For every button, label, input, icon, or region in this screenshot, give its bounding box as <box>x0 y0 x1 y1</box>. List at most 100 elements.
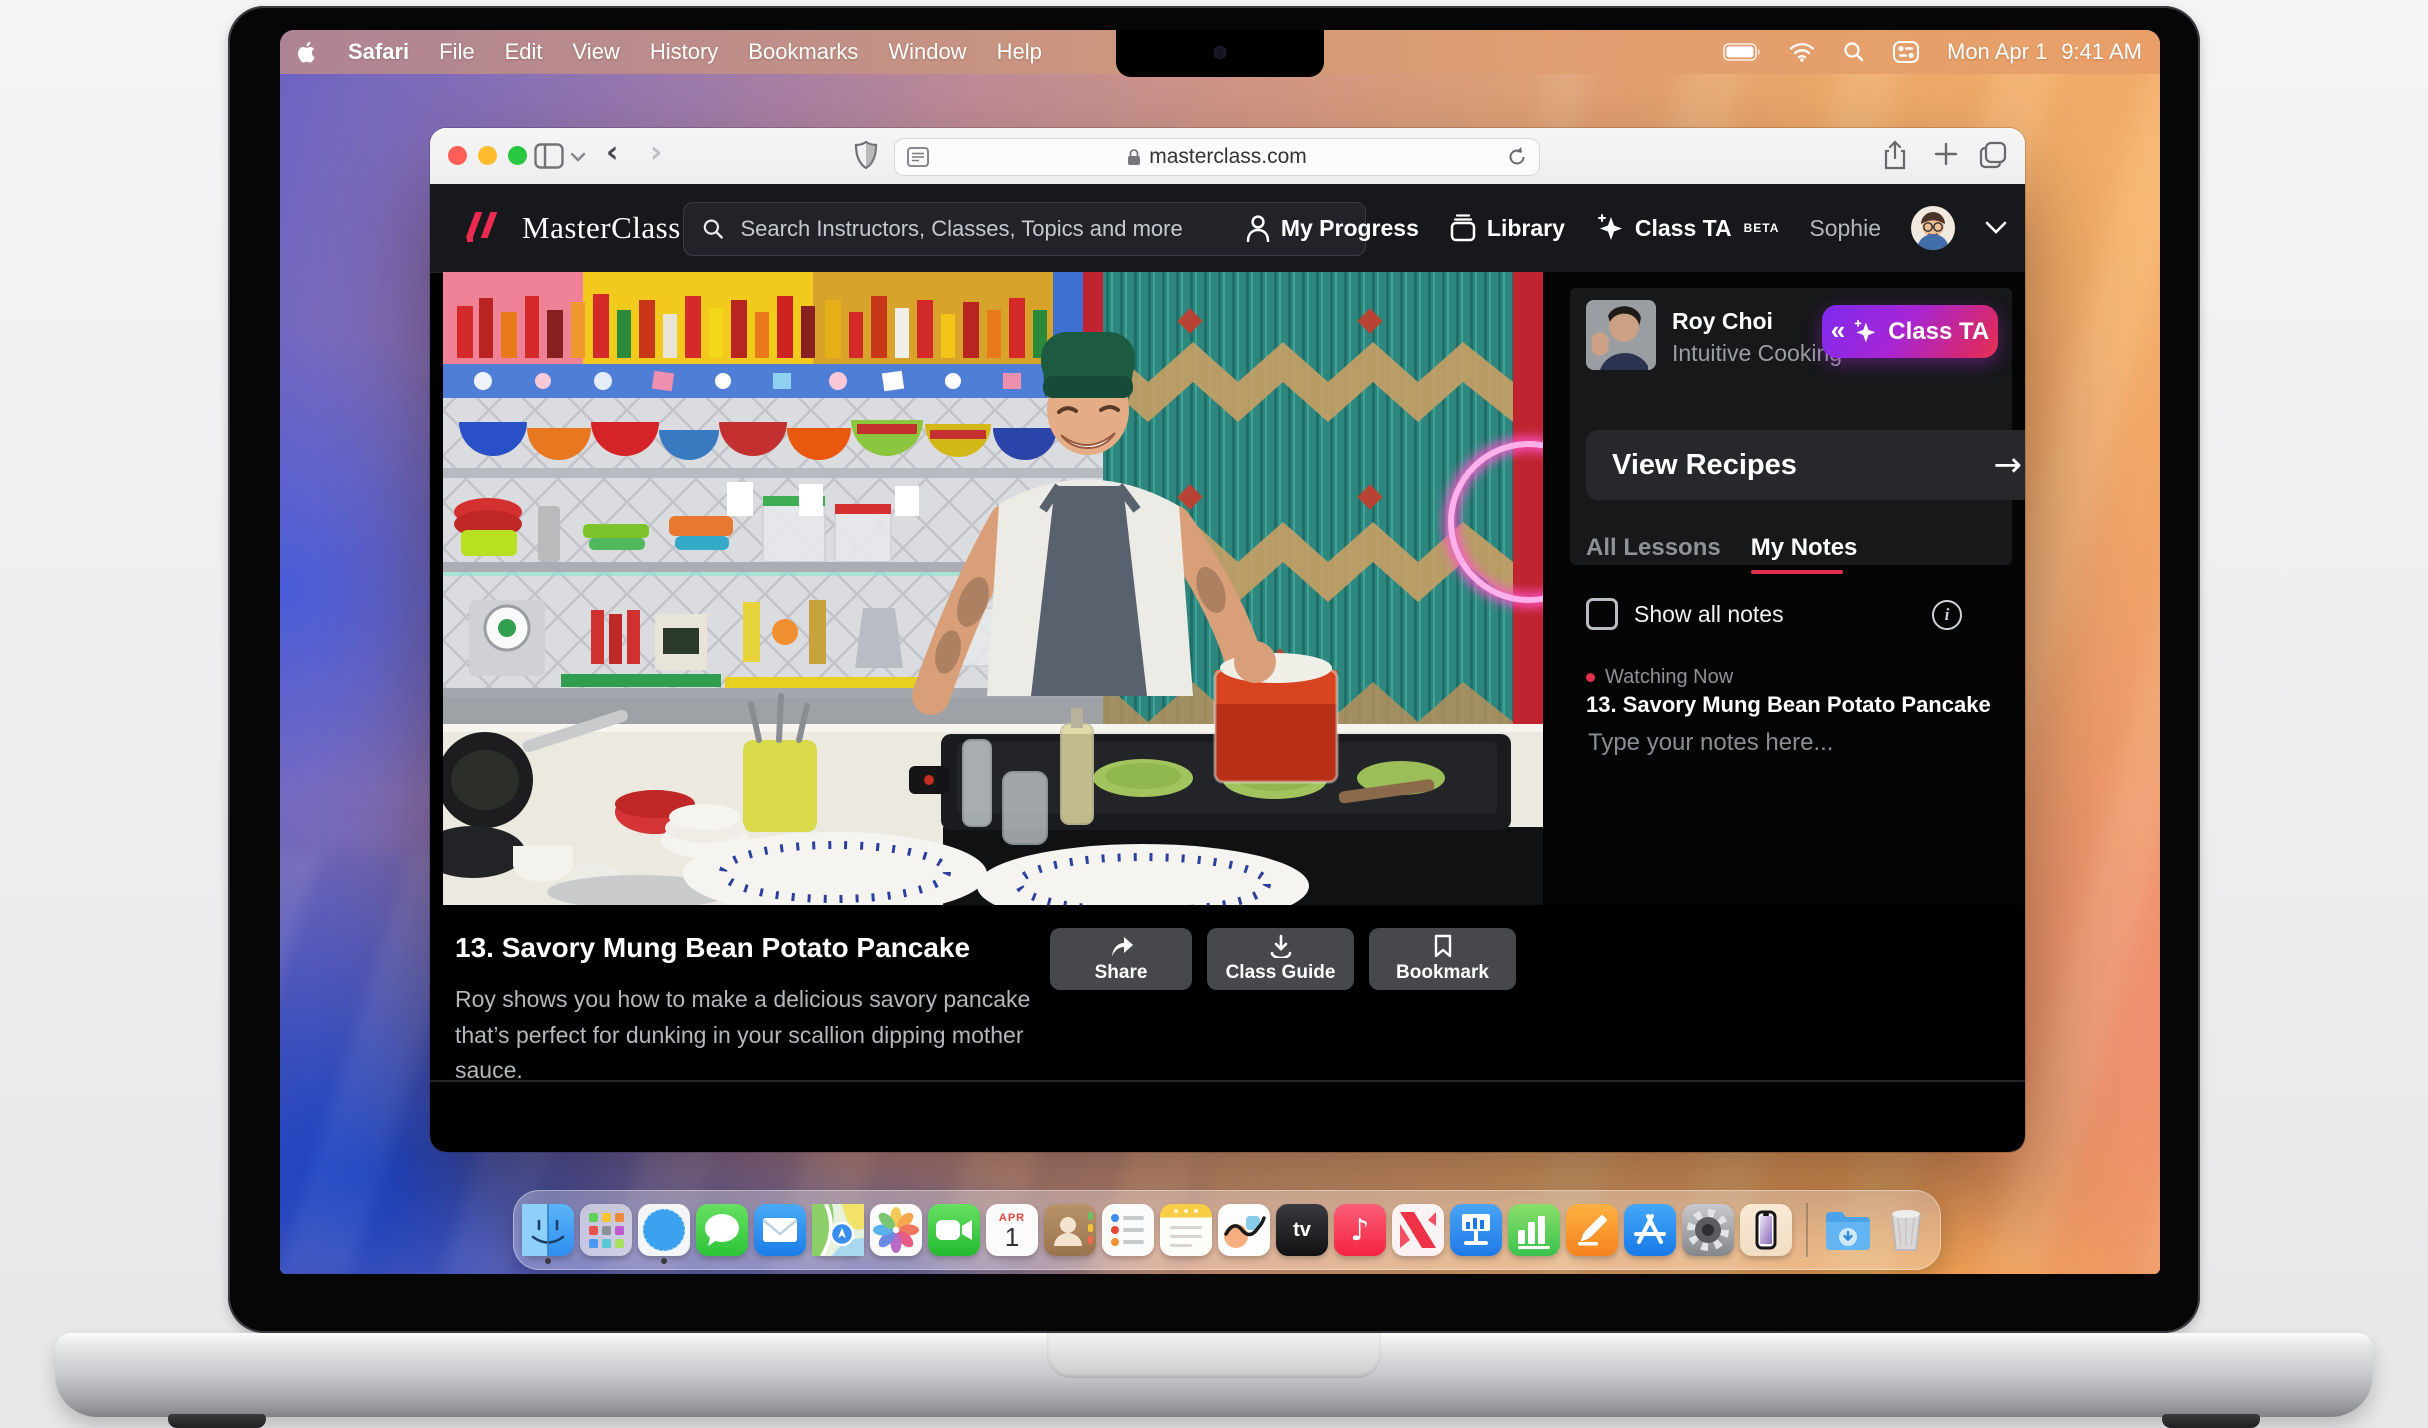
nav-class-ta[interactable]: Class TABETA <box>1595 213 1780 243</box>
instructor-name: Roy Choi <box>1672 308 1773 335</box>
dock-settings[interactable] <box>1682 1204 1734 1256</box>
dock: APR 1 tv ♪ <box>513 1190 1941 1270</box>
dock-launchpad[interactable] <box>580 1204 632 1256</box>
tab-all-lessons[interactable]: All Lessons <box>1586 534 1721 562</box>
menu-bar-date[interactable]: Mon Apr 1 <box>1947 39 2047 65</box>
lesson-title: 13. Savory Mung Bean Potato Pancake <box>455 932 970 964</box>
dock-numbers[interactable] <box>1508 1204 1560 1256</box>
dock-appstore[interactable] <box>1624 1204 1676 1256</box>
dock-divider <box>1806 1203 1808 1257</box>
menu-item-safari[interactable]: Safari <box>348 39 409 65</box>
dock-iphone-mirroring[interactable] <box>1740 1204 1792 1256</box>
show-all-notes-checkbox[interactable] <box>1586 598 1618 630</box>
apple-menu-icon[interactable] <box>298 40 318 64</box>
lesson-actions: Share Class Guide Bookmark <box>1050 928 1516 990</box>
dock-reminders[interactable] <box>1102 1204 1154 1256</box>
sparkle-icon <box>1595 213 1625 243</box>
lock-icon <box>1127 148 1141 166</box>
menu-item-history[interactable]: History <box>650 39 718 65</box>
macbook-base <box>55 1333 2373 1417</box>
masterclass-logo-icon <box>466 206 508 250</box>
view-recipes-label: View Recipes <box>1612 449 1797 482</box>
wifi-icon[interactable] <box>1789 42 1815 62</box>
forward-button[interactable]: › <box>650 139 662 167</box>
dock-photos[interactable] <box>870 1204 922 1256</box>
dock-calendar[interactable]: APR 1 <box>986 1204 1038 1256</box>
close-window-button[interactable] <box>448 146 467 165</box>
dock-appletv[interactable]: tv <box>1276 1204 1328 1256</box>
dock-messages[interactable] <box>696 1204 748 1256</box>
sidebar-toggle-icon[interactable] <box>534 143 564 174</box>
tab-overview-icon[interactable] <box>1978 140 2008 175</box>
beta-badge: BETA <box>1744 221 1780 235</box>
menu-item-edit[interactable]: Edit <box>505 39 543 65</box>
menu-item-view[interactable]: View <box>573 39 620 65</box>
dock-keynote[interactable] <box>1450 1204 1502 1256</box>
show-all-notes-row: Show all notes <box>1586 598 1784 630</box>
dock-safari[interactable] <box>638 1204 690 1256</box>
calendar-day: 1 <box>1005 1224 1019 1250</box>
menu-bar-time[interactable]: 9:41 AM <box>2061 39 2142 65</box>
dock-freeform[interactable] <box>1218 1204 1270 1256</box>
class-ta-sidebar: Roy Choi Intuitive Cooking View Recipes … <box>1544 272 2025 905</box>
class-ta-button[interactable]: « Class TA <box>1822 305 1998 358</box>
nav-library[interactable]: Library <box>1449 214 1565 242</box>
zoom-window-button[interactable] <box>508 146 527 165</box>
minimize-window-button[interactable] <box>478 146 497 165</box>
dock-notes[interactable] <box>1160 1204 1212 1256</box>
account-chevron-down-icon[interactable] <box>1985 221 2007 235</box>
tab-my-notes[interactable]: My Notes <box>1751 534 1858 562</box>
dock-finder[interactable] <box>522 1204 574 1256</box>
appletv-label: tv <box>1276 1204 1328 1256</box>
share-button[interactable]: Share <box>1050 928 1192 990</box>
class-guide-button[interactable]: Class Guide <box>1207 928 1354 990</box>
course-title: Intuitive Cooking <box>1672 340 1842 367</box>
dock-contacts[interactable] <box>1044 1204 1096 1256</box>
user-name[interactable]: Sophie <box>1809 215 1881 242</box>
dock-news[interactable] <box>1392 1204 1444 1256</box>
video-player[interactable] <box>443 272 1543 905</box>
collapse-chevrons-icon: « <box>1831 315 1842 346</box>
sidebar-chevron-down-icon[interactable] <box>570 150 586 168</box>
menu-item-window[interactable]: Window <box>888 39 966 65</box>
nav-my-progress[interactable]: My Progress <box>1245 214 1419 242</box>
notes-input[interactable] <box>1586 728 1990 758</box>
watching-now-dot <box>1586 673 1595 682</box>
spotlight-search-icon[interactable] <box>1843 41 1865 63</box>
menu-item-file[interactable]: File <box>439 39 474 65</box>
bookmark-button[interactable]: Bookmark <box>1369 928 1516 990</box>
reader-view-icon[interactable] <box>907 147 929 173</box>
privacy-shield-icon[interactable] <box>854 140 878 175</box>
user-avatar[interactable] <box>1911 206 1955 250</box>
dock-pages[interactable] <box>1566 1204 1618 1256</box>
menu-item-help[interactable]: Help <box>997 39 1042 65</box>
new-tab-icon[interactable] <box>1932 140 1960 173</box>
battery-icon[interactable] <box>1723 43 1761 61</box>
dock-mail[interactable] <box>754 1204 806 1256</box>
library-icon <box>1449 214 1477 242</box>
bookmark-icon <box>1433 934 1453 958</box>
person-icon <box>1245 214 1271 242</box>
download-icon <box>1268 934 1294 958</box>
macbook-screen: Safari File Edit View History Bookmarks … <box>228 6 2200 1333</box>
back-button[interactable]: ‹ <box>606 139 618 167</box>
masterclass-logo[interactable]: MasterClass <box>466 184 681 272</box>
music-note-icon: ♪ <box>1334 1204 1386 1256</box>
share-button-label: Share <box>1095 962 1148 984</box>
search-icon <box>702 217 725 241</box>
masterclass-logo-text: MasterClass <box>522 210 681 246</box>
info-icon[interactable]: i <box>1932 600 1962 630</box>
dock-trash[interactable] <box>1880 1204 1932 1256</box>
dock-facetime[interactable] <box>928 1204 980 1256</box>
control-center-icon[interactable] <box>1893 41 1919 63</box>
dock-downloads[interactable] <box>1822 1204 1874 1256</box>
dock-maps[interactable] <box>812 1204 864 1256</box>
address-bar[interactable]: masterclass.com <box>894 138 1540 176</box>
dock-music[interactable]: ♪ <box>1334 1204 1386 1256</box>
refresh-icon[interactable] <box>1507 146 1527 174</box>
sidebar-tabs: All Lessons My Notes <box>1586 534 1857 562</box>
menu-item-bookmarks[interactable]: Bookmarks <box>748 39 858 65</box>
view-recipes-button[interactable]: View Recipes → <box>1586 430 2025 500</box>
share-icon[interactable] <box>1882 140 1908 175</box>
lid-opening-notch <box>1047 1333 1381 1378</box>
